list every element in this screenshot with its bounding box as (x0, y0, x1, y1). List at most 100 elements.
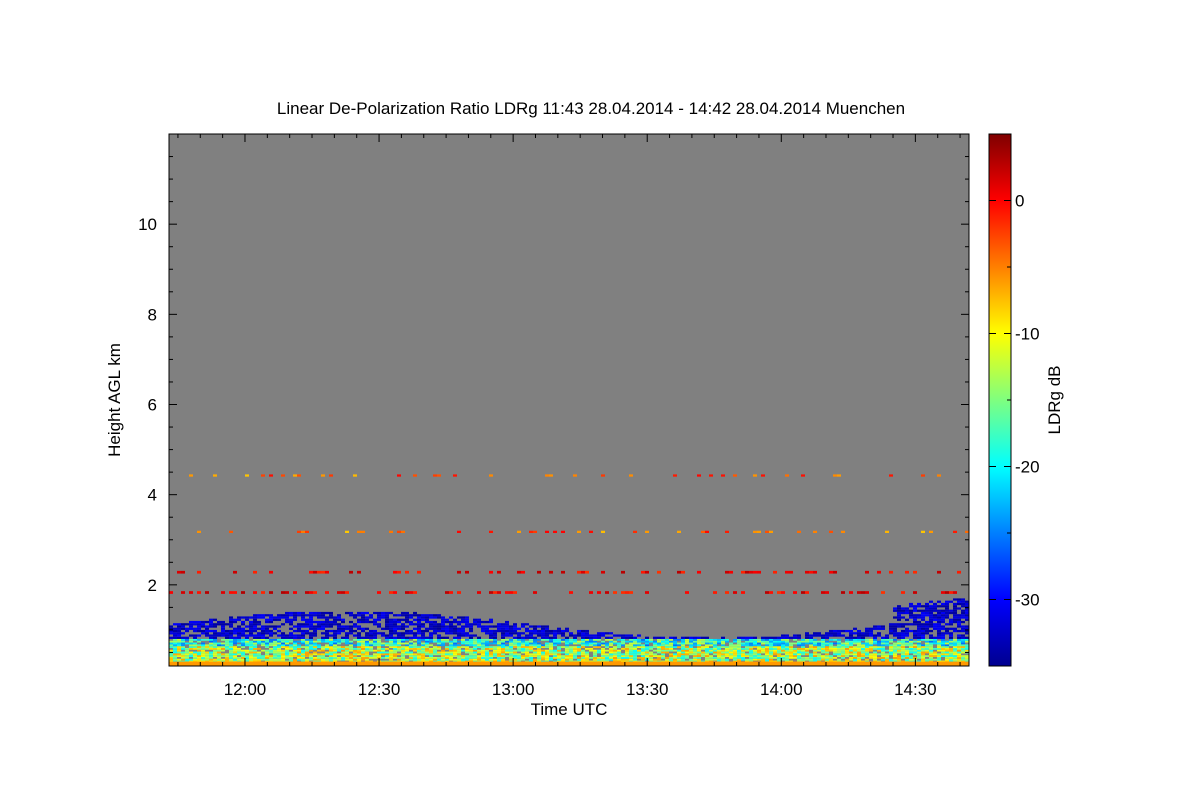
heatmap-cell (253, 638, 257, 641)
heatmap-cell (837, 640, 841, 643)
heatmap-cell (197, 570, 201, 574)
heatmap-cell (353, 616, 357, 619)
heatmap-cell (965, 658, 969, 661)
heatmap-cell (429, 638, 433, 641)
heatmap-cell (525, 646, 529, 648)
heatmap-cell (853, 646, 857, 648)
heatmap-cell (293, 614, 297, 617)
heatmap-cell (173, 653, 177, 656)
heatmap-cell (689, 653, 693, 656)
heatmap-cell (933, 625, 937, 628)
heatmap-cell (401, 642, 405, 645)
heatmap-cell (813, 646, 817, 648)
heatmap-cell (509, 651, 513, 654)
heatmap-cell (837, 653, 841, 656)
heatmap-cell (305, 620, 309, 624)
heatmap-cell (845, 638, 849, 641)
heatmap-cell (841, 591, 845, 594)
x-axis-label: Time UTC (531, 700, 608, 719)
heatmap-cell (317, 616, 321, 619)
heatmap-cell (617, 651, 621, 654)
heatmap-cell (353, 655, 357, 657)
heatmap-cell (653, 644, 657, 647)
heatmap-cell (237, 636, 241, 639)
heatmap-cell (917, 634, 921, 637)
heatmap-cell (645, 570, 649, 574)
heatmap-cell (385, 623, 389, 626)
heatmap-cell (945, 658, 949, 661)
heatmap-cell (213, 638, 217, 641)
heatmap-cell (301, 634, 305, 637)
heatmap-cell (509, 646, 513, 648)
heatmap-cell (381, 634, 385, 637)
heatmap-cell (373, 632, 377, 635)
heatmap-cell (689, 640, 693, 643)
heatmap-cell (509, 642, 513, 645)
heatmap-cell (681, 653, 685, 656)
heatmap-cell (745, 658, 749, 661)
heatmap-cell (849, 629, 853, 633)
heatmap-cell (365, 611, 369, 615)
heatmap-cell (505, 623, 509, 626)
heatmap-cell (365, 618, 369, 621)
heatmap-cell (777, 640, 781, 643)
heatmap-cell (685, 636, 689, 639)
heatmap-cell (861, 655, 865, 657)
heatmap-cell (565, 646, 569, 648)
heatmap-cell (345, 655, 349, 657)
heatmap-cell (885, 655, 889, 657)
heatmap-cell (381, 647, 385, 650)
heatmap-cell (733, 653, 737, 656)
heatmap-cell (805, 642, 809, 645)
heatmap-cell (389, 658, 393, 661)
heatmap-cell (305, 614, 309, 617)
heatmap-cell (813, 651, 817, 654)
heatmap-cell (801, 638, 805, 641)
heatmap-cell (757, 647, 761, 650)
heatmap-cell (937, 653, 941, 656)
heatmap-cell (501, 642, 505, 645)
heatmap-cell (709, 658, 713, 661)
heatmap-cell (721, 646, 725, 648)
heatmap-cell (685, 656, 689, 659)
heatmap-cell (505, 632, 509, 635)
heatmap-cell (181, 591, 185, 594)
heatmap-cell (609, 644, 613, 647)
heatmap-cell (205, 646, 209, 648)
heatmap-cell (457, 623, 461, 626)
heatmap-cell (821, 656, 825, 659)
heatmap-cell (457, 651, 461, 654)
heatmap-cell (309, 642, 313, 645)
heatmap-cell (361, 629, 365, 633)
heatmap-cell (269, 640, 273, 643)
heatmap-cell (361, 618, 365, 621)
heatmap-cell (937, 570, 941, 574)
heatmap-cell (553, 632, 557, 635)
heatmap-cell (297, 655, 301, 657)
heatmap-cell (409, 591, 413, 594)
heatmap-cell (761, 636, 765, 639)
colorbar-tick-label: -30 (1015, 591, 1040, 610)
heatmap-cell (789, 570, 793, 574)
heatmap-cell (925, 649, 929, 652)
heatmap-cell (693, 656, 697, 659)
heatmap-cell (921, 609, 925, 612)
heatmap-cell (881, 655, 885, 657)
heatmap-cell (865, 644, 869, 647)
heatmap-cell (545, 649, 549, 652)
heatmap-cell (861, 634, 865, 637)
heatmap-cell (781, 655, 785, 657)
heatmap-cell (869, 656, 873, 659)
heatmap-cell (833, 646, 837, 648)
heatmap-cell (769, 656, 773, 659)
heatmap-cell (301, 629, 305, 633)
heatmap-cell (945, 623, 949, 626)
heatmap-cell (301, 625, 305, 628)
heatmap-cell (177, 632, 181, 635)
heatmap-cell (865, 627, 869, 630)
heatmap-cell (681, 655, 685, 657)
heatmap-cell (285, 591, 289, 594)
heatmap-cell (657, 640, 661, 643)
heatmap-cell (757, 656, 761, 659)
heatmap-cell (549, 638, 553, 641)
